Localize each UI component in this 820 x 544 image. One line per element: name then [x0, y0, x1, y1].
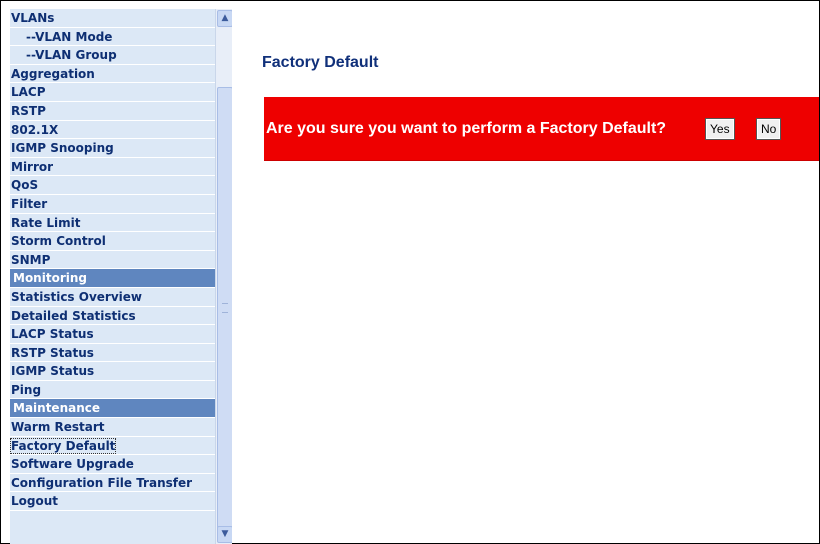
sidebar-item-qos[interactable]: QoS — [10, 176, 215, 195]
sidebar-item-igmp-snooping[interactable]: IGMP Snooping — [10, 139, 215, 158]
sidebar-item-snmp[interactable]: SNMP — [10, 251, 215, 270]
sidebar-item-statistics-overview[interactable]: Statistics Overview — [10, 288, 215, 307]
sidebar-item-label: Configuration File Transfer — [11, 475, 193, 490]
sidebar-item-warm-restart[interactable]: Warm Restart — [10, 418, 215, 437]
sidebar-item-label: Monitoring — [13, 271, 87, 286]
sidebar-item-igmp-status[interactable]: IGMP Status — [10, 362, 215, 381]
sidebar-item-label: --VLAN Group — [26, 48, 117, 63]
sidebar-item-storm-control[interactable]: Storm Control — [10, 232, 215, 251]
sidebar-nav: VLANs --VLAN Mode --VLAN Group Aggregation L… — [10, 9, 232, 544]
sidebar-item-lacp-status[interactable]: LACP Status — [10, 325, 215, 344]
sidebar-item-rstp-status[interactable]: RSTP Status — [10, 344, 215, 363]
sidebar-item-label: Detailed Statistics — [11, 308, 136, 323]
sidebar-item-label: IGMP Status — [11, 364, 95, 379]
sidebar-item-mirror[interactable]: Mirror — [10, 158, 215, 177]
sidebar-item-label: SNMP — [11, 252, 51, 267]
sidebar-item-rstp[interactable]: RSTP — [10, 102, 215, 121]
sidebar-item-logout[interactable]: Logout — [10, 492, 215, 512]
sidebar-item-vlans[interactable]: VLANs — [10, 9, 215, 28]
sidebar-item-label: Ping — [11, 382, 42, 397]
sidebar-item-label: --VLAN Mode — [26, 29, 113, 44]
sidebar-item-label: Statistics Overview — [11, 289, 142, 304]
sidebar-item-label: Factory Default — [10, 437, 117, 454]
page-title: Factory Default — [262, 54, 379, 71]
scrollbar-thumb[interactable] — [217, 87, 232, 529]
sidebar-menu: VLANs --VLAN Mode --VLAN Group Aggregation L… — [10, 9, 215, 512]
sidebar-section-maintenance: Maintenance — [10, 399, 215, 419]
no-button[interactable]: No — [755, 118, 782, 140]
sidebar-item-configuration-file-transfer[interactable]: Configuration File Transfer — [10, 474, 215, 493]
sidebar-item-label: LACP Status — [11, 327, 94, 342]
sidebar-item-label: Mirror — [11, 159, 54, 174]
sidebar-item-label: Aggregation — [11, 66, 95, 81]
sidebar-section-monitoring: Monitoring — [10, 269, 215, 288]
sidebar-item-label: Logout — [11, 494, 59, 509]
sidebar-item-detailed-statistics[interactable]: Detailed Statistics — [10, 307, 215, 326]
sidebar-item-rate-limit[interactable]: Rate Limit — [10, 214, 215, 233]
sidebar-item-label: VLANs — [11, 11, 55, 25]
sidebar-item-label: IGMP Snooping — [11, 141, 114, 156]
sidebar-item-label: Rate Limit — [11, 215, 81, 230]
sidebar-item-aggregation[interactable]: Aggregation — [10, 65, 215, 84]
sidebar-item-802-1x[interactable]: 802.1X — [10, 121, 215, 140]
sidebar-item-label: RSTP Status — [11, 345, 94, 360]
sidebar-item-vlan-group[interactable]: --VLAN Group — [10, 46, 215, 65]
sidebar-item-label: Storm Control — [11, 234, 106, 249]
factory-default-confirm-panel: Are you sure you want to perform a Facto… — [264, 96, 819, 161]
scroll-up-icon[interactable]: ▲ — [217, 10, 232, 27]
confirm-message: Are you sure you want to perform a Facto… — [266, 120, 667, 137]
sidebar-item-label: QoS — [11, 178, 39, 193]
sidebar-item-lacp[interactable]: LACP — [10, 83, 215, 102]
sidebar-item-label: RSTP — [11, 103, 46, 118]
sidebar-item-vlan-mode[interactable]: --VLAN Mode — [10, 28, 215, 47]
scrollbar-grip-icon — [222, 303, 228, 313]
scroll-down-icon[interactable]: ▼ — [217, 526, 232, 543]
sidebar-item-label: Software Upgrade — [11, 457, 134, 472]
sidebar-item-label: Maintenance — [13, 401, 101, 416]
sidebar-item-ping[interactable]: Ping — [10, 381, 215, 400]
sidebar-item-label: 802.1X — [11, 122, 59, 137]
sidebar-item-filter[interactable]: Filter — [10, 195, 215, 214]
sidebar-item-software-upgrade[interactable]: Software Upgrade — [10, 455, 215, 474]
sidebar-item-factory-default[interactable]: Factory Default — [10, 437, 215, 456]
sidebar-item-label: Filter — [11, 196, 48, 211]
sidebar-scrollbar[interactable]: ▲ ▼ — [215, 9, 232, 544]
sidebar-item-label: Warm Restart — [11, 420, 105, 435]
yes-button[interactable]: Yes — [705, 118, 735, 140]
sidebar-item-label: LACP — [11, 85, 46, 100]
